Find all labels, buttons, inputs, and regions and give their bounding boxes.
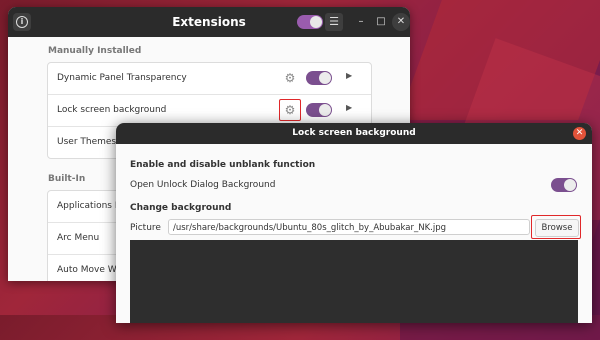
- maximize-icon: □: [376, 16, 386, 27]
- picture-label: Picture: [130, 223, 161, 233]
- manually-installed-heading: Manually Installed: [48, 46, 142, 56]
- window-title: Extensions: [172, 15, 246, 29]
- close-icon: ✕: [396, 16, 406, 27]
- minimize-button[interactable]: –: [352, 13, 370, 31]
- list-item[interactable]: Dynamic Panel Transparency ⚙ ▶: [48, 63, 371, 95]
- change-background-heading: Change background: [130, 203, 232, 213]
- minimize-icon: –: [358, 16, 364, 27]
- highlight-box: [279, 99, 301, 121]
- settings-gear-icon[interactable]: ⚙: [282, 70, 298, 86]
- extension-toggle[interactable]: [306, 71, 332, 85]
- extension-toggle[interactable]: [306, 103, 332, 117]
- extension-label: User Themes: [57, 137, 117, 147]
- extension-label: Dynamic Panel Transparency: [57, 73, 187, 83]
- close-icon: ✕: [575, 128, 584, 138]
- picture-path-field[interactable]: /usr/share/backgrounds/Ubuntu_80s_glitch…: [168, 219, 530, 235]
- open-unlock-toggle[interactable]: [551, 178, 577, 192]
- dialog-header-bar: Lock screen background ✕: [116, 123, 592, 144]
- highlight-box: [531, 215, 581, 239]
- open-unlock-label: Open Unlock Dialog Background: [130, 180, 276, 190]
- background-preview: [130, 240, 578, 323]
- chevron-right-icon[interactable]: ▶: [346, 103, 352, 112]
- extensions-header-bar: i Extensions ☰ – □ ✕: [8, 7, 410, 37]
- chevron-right-icon[interactable]: ▶: [346, 71, 352, 80]
- lock-screen-settings-dialog: Lock screen background ✕ Enable and disa…: [116, 123, 592, 323]
- builtin-heading: Built-In: [48, 174, 86, 184]
- close-button[interactable]: ✕: [392, 13, 410, 31]
- extension-label: Arc Menu: [57, 233, 100, 243]
- dialog-title: Lock screen background: [292, 128, 416, 138]
- hamburger-icon: ☰: [329, 15, 339, 28]
- extension-label: Lock screen background: [57, 105, 167, 115]
- dialog-close-button[interactable]: ✕: [573, 127, 586, 140]
- menu-button[interactable]: ☰: [325, 13, 343, 31]
- unblank-section-heading: Enable and disable unblank function: [130, 160, 316, 170]
- maximize-button[interactable]: □: [372, 13, 390, 31]
- global-extensions-toggle[interactable]: [297, 15, 323, 29]
